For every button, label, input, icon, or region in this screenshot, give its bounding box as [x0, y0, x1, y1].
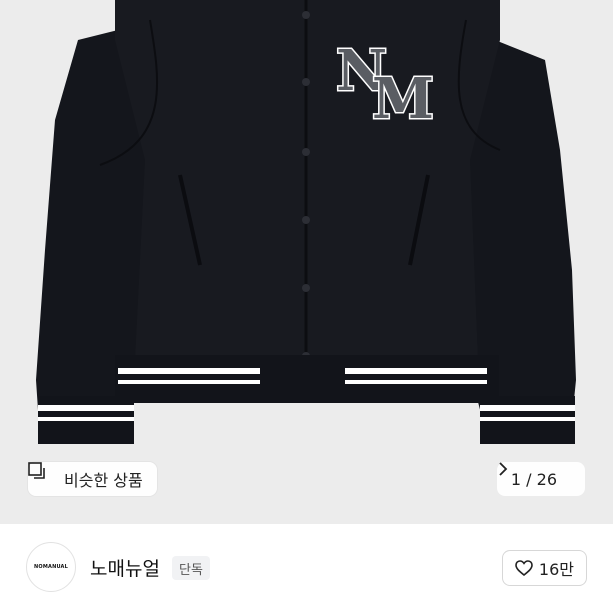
seller-name[interactable]: 노매뉴얼: [90, 554, 160, 581]
heart-outline-icon: [515, 560, 533, 577]
patch-letter-m: M: [372, 66, 434, 132]
image-counter[interactable]: 1 / 26: [496, 462, 585, 496]
chevron-right-icon: [499, 462, 575, 486]
similar-items-label: 비슷한 상품: [64, 471, 143, 490]
varsity-jacket-image: N M: [0, 0, 613, 524]
like-count: 16만: [538, 560, 574, 579]
seller-row: NOMANUAL 노매뉴얼 단독 16만: [0, 524, 613, 613]
product-image-gallery[interactable]: N M 비슷한 상품 1 / 26: [0, 0, 613, 524]
similar-items-icon: [28, 462, 56, 488]
exclusive-badge: 단독: [172, 556, 210, 580]
seller-avatar[interactable]: NOMANUAL: [26, 542, 76, 592]
image-counter-text: 1 / 26: [510, 469, 557, 489]
similar-items-button[interactable]: 비슷한 상품: [28, 462, 157, 496]
like-button[interactable]: 16만: [501, 550, 587, 586]
seller-logo: NOMANUAL: [33, 564, 69, 570]
